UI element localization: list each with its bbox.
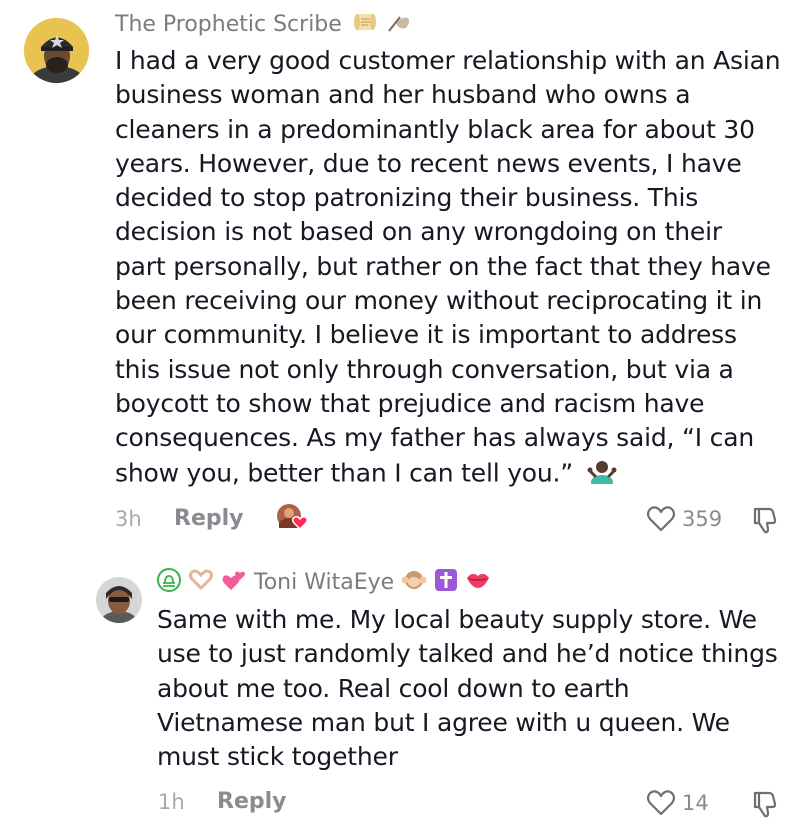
text-line: decided to stop patronizing their busine… [115,183,699,213]
text-line: consequences. As my father has always sa… [115,423,754,453]
shrug-emoji [587,456,617,493]
libra-emoji [157,568,181,598]
creator-liked-badge [274,502,310,532]
hear-no-evil-emoji [401,568,427,598]
text-line: business woman and her husband who owns … [115,80,691,110]
text-line: boycott to show that prejudice and racis… [115,388,705,418]
text-line: this issue not only through conversation… [115,354,734,384]
scroll-emoji [353,10,379,40]
comment-text: I had a very good customer relationship … [115,44,795,493]
text-line: years. However, due to recent news event… [115,148,742,178]
author-name: The Prophetic Scribe [115,12,342,37]
text-line: use to just randomly talked and he’d not… [157,639,778,669]
writing-hand-emoji [386,10,412,40]
text-line: Same with me. My local beauty supply sto… [157,605,757,634]
text-line: about me too. Real cool down to earth [157,673,630,703]
text-line: Vietnamese man but I agree with u queen.… [157,707,730,737]
two-hearts-emoji [221,568,247,598]
cross-emoji [434,568,458,598]
like-count: 359 [682,507,723,531]
comment-author[interactable]: Toni WitaEye [157,568,491,598]
avatar[interactable] [96,577,142,623]
comment-2: Toni WitaEye Same with me. My local beau… [0,560,805,837]
comment-1: The Prophetic Scribe I had a very good c… [0,0,805,545]
reply-button[interactable]: Reply [174,506,244,531]
text-line: I had a very good customer relationship … [115,46,781,75]
text-line: been receiving our money without recipro… [115,286,763,316]
heart-hands-emoji [188,568,214,598]
text-line: cleaners in a predominantly black area f… [115,114,755,144]
text-line-last: show you, better than I can tell you.” [115,456,795,493]
reply-button[interactable]: Reply [217,789,287,814]
text-line: our community. I believe it is important… [115,320,737,350]
dislike-icon[interactable] [749,504,781,536]
comment-text: Same with me. My local beauty supply sto… [157,603,797,774]
comment-author[interactable]: The Prophetic Scribe [115,10,412,40]
like-count: 14 [682,791,709,815]
text-line: must stick together [157,742,398,772]
author-name: Toni WitaEye [254,570,395,595]
lips-emoji [465,568,491,598]
text-line: part personally, but rather on the fact … [115,251,771,281]
avatar[interactable] [24,18,89,83]
dislike-icon[interactable] [749,788,781,820]
heart-icon[interactable] [646,789,676,817]
text-line: decision is not based on any wrongdoing … [115,217,722,247]
timestamp: 3h [115,507,142,531]
timestamp: 1h [158,790,185,814]
heart-icon[interactable] [646,505,676,533]
